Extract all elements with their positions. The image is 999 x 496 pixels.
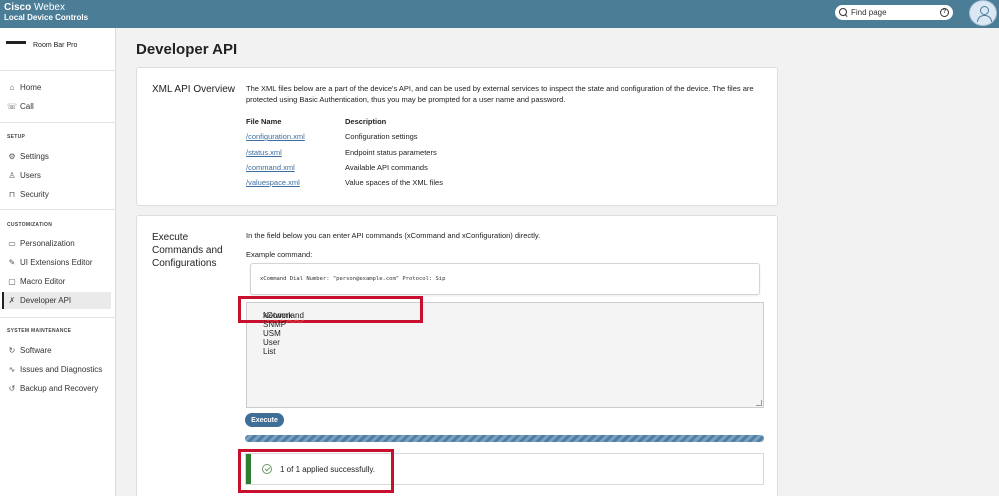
sidebar-section-customization: CUSTOMIZATION (7, 222, 53, 228)
card-title-line: Execute (152, 232, 189, 243)
sidebar-item-label: Backup and Recovery (20, 384, 99, 393)
code-icon: ▢ (8, 277, 16, 286)
sidebar-item-label: Developer API (20, 296, 72, 305)
gear-icon: ⚙ (8, 152, 16, 161)
pencil-icon: ✎ (8, 258, 16, 267)
file-description: Value spaces of the XML files (345, 178, 443, 187)
image-icon: ▭ (8, 239, 16, 248)
command-args: Network SNMP USM User List (263, 311, 293, 356)
restore-icon: ↺ (8, 384, 16, 393)
sidebar-item-label: Call (20, 102, 34, 111)
command-highlight-box: xCommand Network SNMP USM User List (238, 296, 423, 356)
sidebar-item-personalization[interactable]: ▭ Personalization (2, 235, 111, 252)
help-icon[interactable]: ? (940, 8, 949, 17)
sidebar-item-macro-editor[interactable]: ▢ Macro Editor (2, 273, 111, 290)
xml-api-overview-card: XML API Overview The XML files below are… (136, 67, 778, 206)
example-command-text: xCommand Dial Number: "person@example.co… (260, 276, 446, 282)
top-bar: Cisco Webex Local Device Controls Find p… (0, 0, 999, 28)
device-name: Room Bar Pro (33, 42, 78, 49)
sidebar: Room Bar Pro ⌂ Home ☏ Call SETUP ⚙ Setti… (0, 28, 116, 496)
brand: Cisco Webex Local Device Controls (4, 3, 88, 23)
sidebar-item-issues-and-diagnostics[interactable]: ∿ Issues and Diagnostics (2, 361, 111, 378)
sidebar-item-developer-api[interactable]: ✗ Developer API (2, 292, 111, 309)
sidebar-item-label: UI Extensions Editor (20, 258, 93, 267)
file-description: Configuration settings (345, 132, 418, 141)
sidebar-item-label: Personalization (20, 239, 75, 248)
progress-bar (245, 435, 764, 442)
sidebar-item-settings[interactable]: ⚙ Settings (2, 148, 111, 165)
sidebar-item-users[interactable]: ♙ Users (2, 167, 111, 184)
column-header-description: Description (345, 117, 387, 126)
sidebar-divider (0, 317, 116, 318)
sidebar-item-software[interactable]: ↻ Software (2, 342, 111, 359)
sidebar-item-label: Issues and Diagnostics (20, 365, 103, 374)
sidebar-item-label: Home (20, 83, 42, 92)
sidebar-item-home[interactable]: ⌂ Home (2, 79, 111, 96)
file-description: Available API commands (345, 163, 428, 172)
execute-intro-text: In the field below you can enter API com… (246, 231, 541, 240)
sidebar-section-setup: SETUP (7, 134, 26, 140)
execute-button[interactable]: Execute (245, 413, 284, 427)
tools-icon: ✗ (8, 296, 16, 305)
device-info: Room Bar Pro (6, 41, 78, 49)
sidebar-section-system-maintenance: SYSTEM MAINTENANCE (7, 328, 72, 334)
card-title-line: Configurations (152, 258, 217, 269)
refresh-icon: ↻ (8, 346, 16, 355)
sidebar-item-backup-and-recovery[interactable]: ↺ Backup and Recovery (2, 380, 111, 397)
user-icon: ♙ (8, 171, 16, 180)
sidebar-divider (0, 209, 116, 210)
column-header-file-name: File Name (246, 117, 282, 126)
file-description: Endpoint status parameters (345, 148, 437, 157)
search-icon (839, 8, 848, 17)
status-xml-link[interactable]: /status.xml (246, 148, 282, 157)
phone-icon: ☏ (7, 102, 18, 111)
card-title: XML API Overview (152, 84, 235, 95)
xml-api-description: The XML files below are a part of the de… (246, 84, 754, 104)
sidebar-item-label: Users (20, 171, 41, 180)
sidebar-divider (0, 70, 116, 71)
brand-name: Cisco (4, 2, 32, 13)
sidebar-divider (0, 122, 116, 123)
sidebar-item-label: Security (20, 190, 49, 199)
card-title: Execute Commands and Configurations (152, 231, 223, 270)
example-command-box: xCommand Dial Number: "person@example.co… (250, 263, 760, 295)
lock-icon: ⊓ (8, 190, 16, 199)
search-input[interactable]: Find page (851, 8, 940, 17)
user-avatar-icon[interactable] (969, 0, 997, 26)
sidebar-item-security[interactable]: ⊓ Security (2, 186, 111, 203)
sidebar-item-label: Macro Editor (20, 277, 66, 286)
find-page-search[interactable]: Find page ? (835, 5, 953, 20)
brand-subtitle: Local Device Controls (4, 13, 89, 22)
home-icon: ⌂ (9, 83, 15, 92)
card-title-line: Commands and (152, 245, 223, 256)
pulse-icon: ∿ (8, 365, 16, 374)
brand-product: Webex (34, 2, 65, 13)
configuration-xml-link[interactable]: /configuration.xml (246, 132, 305, 141)
sidebar-item-label: Software (20, 346, 52, 355)
result-highlight-box (238, 449, 394, 493)
resize-handle-icon[interactable] (756, 400, 762, 406)
sidebar-item-label: Settings (20, 152, 49, 161)
command-xml-link[interactable]: /command.xml (246, 163, 295, 172)
room-bar-device-icon (6, 41, 26, 44)
execute-commands-card: Execute Commands and Configurations In t… (136, 215, 778, 496)
page-title: Developer API (136, 41, 238, 58)
valuespace-xml-link[interactable]: /valuespace.xml (246, 178, 300, 187)
sidebar-item-call[interactable]: ☏ Call (2, 98, 111, 115)
example-command-label: Example command: (246, 250, 313, 259)
sidebar-item-ui-extensions-editor[interactable]: ✎ UI Extensions Editor (2, 254, 111, 271)
